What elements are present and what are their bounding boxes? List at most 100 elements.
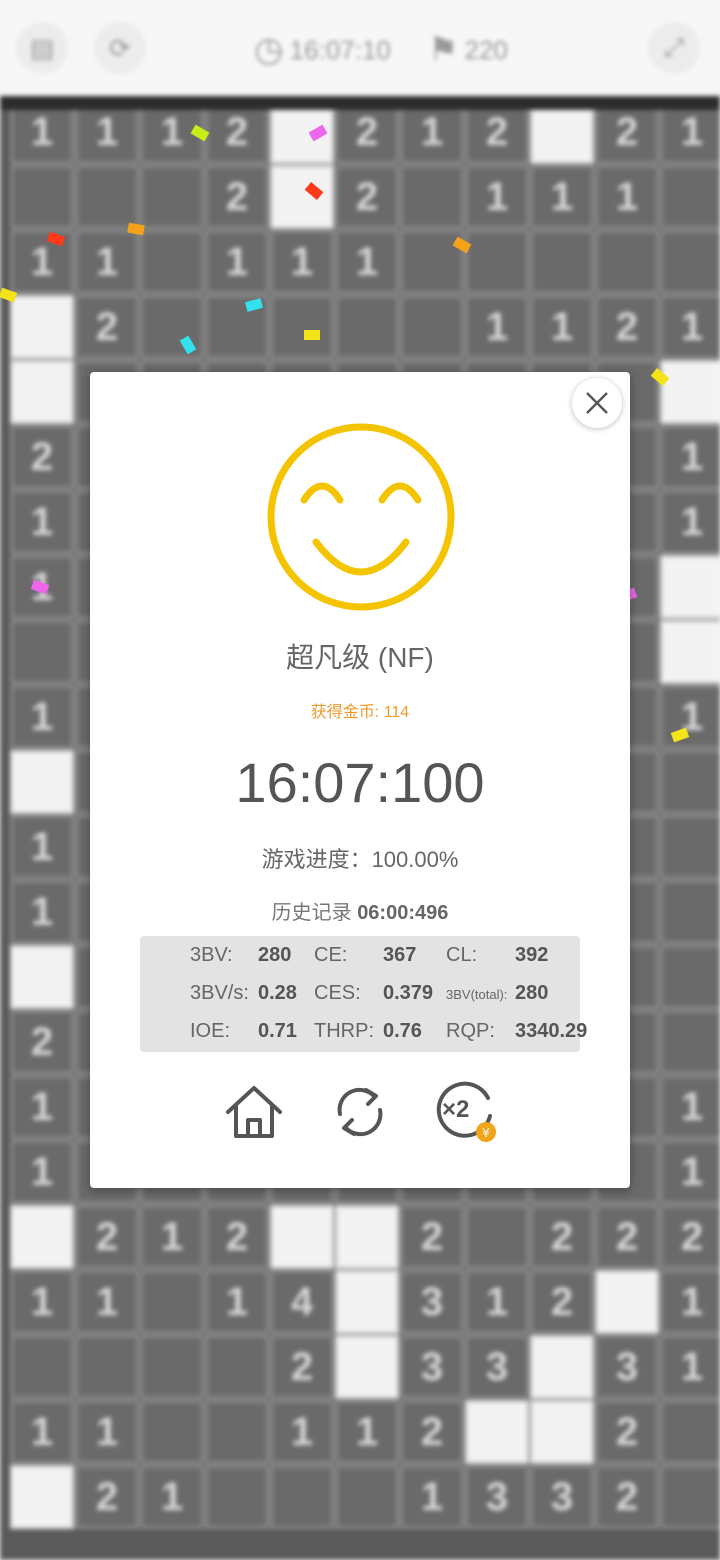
board-cell[interactable] [465, 230, 529, 294]
board-cell[interactable]: 2 [75, 1465, 139, 1529]
replay-button[interactable] [328, 1080, 392, 1144]
board-cell[interactable] [595, 1270, 659, 1334]
board-cell[interactable]: 2 [400, 1400, 464, 1464]
board-cell[interactable] [660, 750, 720, 814]
board-cell[interactable] [205, 1465, 269, 1529]
board-cell[interactable]: 2 [530, 1270, 594, 1334]
refresh-icon[interactable]: ⟳ [94, 22, 146, 74]
board-cell[interactable]: 1 [10, 1075, 74, 1139]
board-cell[interactable] [270, 1205, 334, 1269]
board-cell[interactable]: 2 [595, 295, 659, 359]
board-cell[interactable]: 1 [660, 295, 720, 359]
board-cell[interactable] [465, 1400, 529, 1464]
board-cell[interactable]: 2 [10, 425, 74, 489]
board-cell[interactable]: 2 [75, 295, 139, 359]
board-cell[interactable]: 2 [660, 1205, 720, 1269]
board-cell[interactable] [75, 165, 139, 229]
board-cell[interactable] [595, 230, 659, 294]
board-cell[interactable] [660, 815, 720, 879]
board-cell[interactable] [10, 165, 74, 229]
board-cell[interactable]: 2 [335, 165, 399, 229]
board-cell[interactable] [140, 1270, 204, 1334]
board-cell[interactable] [10, 750, 74, 814]
board-cell[interactable]: 1 [270, 230, 334, 294]
board-cell[interactable] [660, 1010, 720, 1074]
board-cell[interactable] [660, 1400, 720, 1464]
board-cell[interactable]: 3 [595, 1335, 659, 1399]
board-cell[interactable] [140, 230, 204, 294]
board-cell[interactable] [140, 1335, 204, 1399]
board-cell[interactable] [660, 555, 720, 619]
board-cell[interactable]: 1 [75, 1270, 139, 1334]
board-cell[interactable]: 2 [75, 1205, 139, 1269]
board-cell[interactable]: 1 [10, 880, 74, 944]
board-cell[interactable]: 1 [140, 1205, 204, 1269]
document-icon[interactable]: ▤ [16, 22, 68, 74]
board-cell[interactable] [10, 620, 74, 684]
board-cell[interactable]: 2 [595, 1465, 659, 1529]
board-cell[interactable]: 3 [530, 1465, 594, 1529]
board-cell[interactable]: 2 [10, 1010, 74, 1074]
board-cell[interactable]: 1 [595, 165, 659, 229]
board-cell[interactable] [660, 165, 720, 229]
board-cell[interactable] [140, 165, 204, 229]
board-cell[interactable]: 2 [270, 1335, 334, 1399]
board-cell[interactable]: 2 [205, 1205, 269, 1269]
board-cell[interactable]: 1 [660, 685, 720, 749]
board-cell[interactable]: 4 [270, 1270, 334, 1334]
board-cell[interactable] [10, 1335, 74, 1399]
board-cell[interactable]: 1 [10, 490, 74, 554]
board-cell[interactable]: 2 [595, 1400, 659, 1464]
board-cell[interactable] [660, 230, 720, 294]
board-cell[interactable] [335, 1335, 399, 1399]
expand-icon[interactable]: ⤢ [648, 22, 700, 74]
board-cell[interactable]: 1 [75, 1400, 139, 1464]
board-cell[interactable] [10, 360, 74, 424]
double-coins-button[interactable]: ¥ ×2 [434, 1080, 498, 1144]
board-cell[interactable] [10, 1465, 74, 1529]
board-cell[interactable] [270, 295, 334, 359]
home-button[interactable] [222, 1080, 286, 1144]
board-cell[interactable] [400, 295, 464, 359]
board-cell[interactable]: 1 [400, 1465, 464, 1529]
board-cell[interactable]: 1 [660, 1140, 720, 1204]
board-cell[interactable]: 1 [10, 1270, 74, 1334]
board-cell[interactable] [10, 1205, 74, 1269]
board-cell[interactable]: 3 [465, 1465, 529, 1529]
board-cell[interactable]: 1 [140, 1465, 204, 1529]
board-cell[interactable]: 1 [10, 815, 74, 879]
board-cell[interactable] [335, 1270, 399, 1334]
board-cell[interactable] [335, 295, 399, 359]
board-cell[interactable]: 3 [400, 1335, 464, 1399]
board-cell[interactable] [335, 1465, 399, 1529]
board-cell[interactable]: 3 [465, 1335, 529, 1399]
board-cell[interactable] [270, 165, 334, 229]
board-cell[interactable] [530, 1335, 594, 1399]
board-cell[interactable]: 1 [205, 230, 269, 294]
board-cell[interactable]: 1 [465, 165, 529, 229]
board-cell[interactable] [660, 1465, 720, 1529]
board-cell[interactable]: 1 [205, 1270, 269, 1334]
board-cell[interactable]: 1 [270, 1400, 334, 1464]
board-cell[interactable]: 1 [10, 685, 74, 749]
board-cell[interactable] [10, 295, 74, 359]
board-cell[interactable]: 2 [205, 165, 269, 229]
board-cell[interactable] [660, 620, 720, 684]
board-cell[interactable] [10, 945, 74, 1009]
board-cell[interactable]: 2 [595, 1205, 659, 1269]
board-cell[interactable]: 1 [10, 1140, 74, 1204]
board-cell[interactable] [270, 1465, 334, 1529]
board-cell[interactable]: 1 [465, 295, 529, 359]
board-cell[interactable] [205, 1335, 269, 1399]
board-cell[interactable]: 3 [400, 1270, 464, 1334]
board-cell[interactable]: 1 [335, 230, 399, 294]
board-cell[interactable] [75, 1335, 139, 1399]
board-cell[interactable]: 1 [660, 490, 720, 554]
board-cell[interactable] [335, 1205, 399, 1269]
board-cell[interactable] [530, 1400, 594, 1464]
close-button[interactable] [572, 378, 622, 428]
board-cell[interactable]: 1 [660, 425, 720, 489]
board-cell[interactable]: 2 [530, 1205, 594, 1269]
board-cell[interactable]: 1 [660, 1075, 720, 1139]
board-cell[interactable]: 1 [530, 165, 594, 229]
